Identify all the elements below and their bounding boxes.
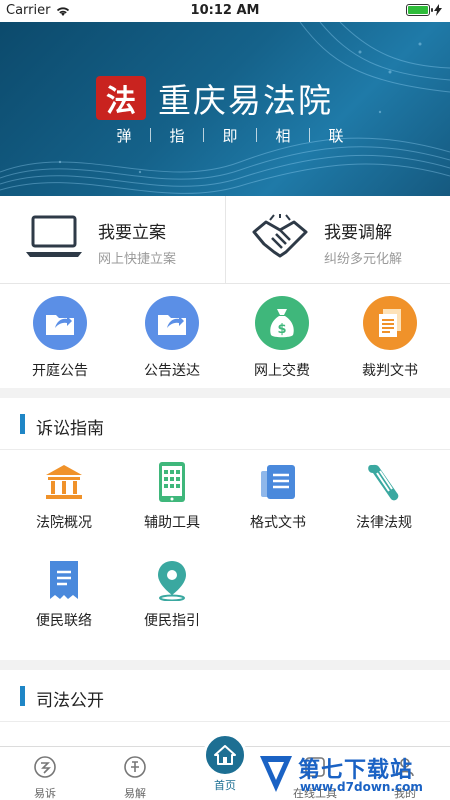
section-header: 诉讼指南	[0, 398, 450, 450]
battery-icon	[406, 4, 433, 16]
slogan-char: 联	[328, 127, 344, 145]
notice-delivery-label: 公告送达	[144, 363, 200, 379]
section-title: 诉讼指南	[36, 419, 104, 439]
laws-button[interactable]: 法律法规	[328, 460, 440, 532]
tab-label: 易诉	[34, 787, 56, 800]
quick-actions: 开庭公告 公告送达 $ 网上交费 裁判文书	[0, 284, 450, 388]
format-docs-label: 格式文书	[250, 515, 306, 531]
mediation-subtitle: 纠纷多元化解	[324, 252, 403, 267]
tab-home[interactable]	[203, 733, 247, 777]
hearing-notice-button[interactable]: 开庭公告	[4, 296, 116, 380]
handshake-icon	[252, 214, 308, 258]
site-watermark: 第七下载站 www.d7down.com	[254, 748, 450, 800]
judgment-docs-label: 裁判文书	[362, 363, 418, 379]
section-header: 司法公开	[0, 670, 450, 722]
file-case-subtitle: 网上快捷立案	[98, 252, 177, 267]
charging-icon	[434, 4, 442, 16]
file-case-button[interactable]: 我要立案 网上快捷立案	[0, 196, 225, 284]
app-logo: 法 重庆易法院	[96, 74, 333, 122]
money-bag-icon: $	[255, 296, 309, 350]
watermark-url: www.d7down.com	[300, 780, 423, 794]
location-icon	[147, 558, 197, 602]
litigation-guide-section: 诉讼指南 法院概况 辅助工具 格式文书 法律法规 便民联络 便民指引	[0, 398, 450, 660]
online-payment-button[interactable]: $ 网上交费	[226, 296, 338, 380]
file-case-title: 我要立案	[98, 223, 166, 243]
slogan: 弹 指 即 相 联	[98, 125, 362, 146]
directions-button[interactable]: 便民指引	[116, 558, 228, 630]
aux-tools-label: 辅助工具	[144, 515, 200, 531]
section-accent-bar	[20, 686, 25, 706]
yijie-icon	[124, 756, 146, 778]
app-title: 重庆易法院	[158, 81, 333, 120]
notice-delivery-button[interactable]: 公告送达	[116, 296, 228, 380]
court-overview-button[interactable]: 法院概况	[8, 460, 120, 532]
document-icon	[253, 460, 303, 504]
mediation-title: 我要调解	[324, 223, 392, 243]
scroll-icon	[359, 460, 409, 504]
court-logo-mark: 法	[96, 76, 146, 120]
watermark-logo-icon	[260, 756, 292, 792]
folder-icon	[33, 296, 87, 350]
tab-yisu[interactable]: 易诉	[0, 747, 90, 800]
format-docs-button[interactable]: 格式文书	[222, 460, 334, 532]
laptop-icon	[26, 215, 82, 257]
section-title: 司法公开	[36, 691, 104, 711]
tab-yijie[interactable]: 易解	[90, 747, 180, 800]
court-overview-label: 法院概况	[36, 515, 92, 531]
status-time: 10:12 AM	[190, 3, 260, 18]
aux-tools-button[interactable]: 辅助工具	[116, 460, 228, 532]
home-icon	[214, 745, 236, 765]
contact-label: 便民联络	[36, 613, 92, 629]
slogan-char: 指	[169, 127, 185, 145]
online-payment-label: 网上交费	[254, 363, 310, 379]
phone-icon	[147, 460, 197, 504]
slogan-char: 弹	[116, 127, 132, 145]
hero-banner: 法 重庆易法院 弹 指 即 相 联	[0, 22, 450, 196]
svg-text:$: $	[277, 322, 286, 337]
directions-label: 便民指引	[144, 613, 200, 629]
slogan-char: 相	[275, 127, 291, 145]
slogan-char: 即	[222, 127, 238, 145]
status-right	[406, 4, 442, 16]
laws-label: 法律法规	[356, 515, 412, 531]
section-accent-bar	[20, 414, 25, 434]
receipt-icon	[39, 558, 89, 602]
mediation-button[interactable]: 我要调解 纠纷多元化解	[225, 196, 450, 284]
document-icon	[363, 296, 417, 350]
folder-icon	[145, 296, 199, 350]
yisu-icon	[34, 756, 56, 778]
courthouse-icon	[39, 460, 89, 504]
tab-label: 易解	[124, 787, 146, 800]
hearing-notice-label: 开庭公告	[32, 363, 88, 379]
case-entries: 我要立案 网上快捷立案 我要调解 纠纷多元化解	[0, 196, 450, 284]
status-bar: Carrier 10:12 AM	[0, 0, 450, 22]
contact-button[interactable]: 便民联络	[8, 558, 120, 630]
judgment-docs-button[interactable]: 裁判文书	[334, 296, 446, 380]
